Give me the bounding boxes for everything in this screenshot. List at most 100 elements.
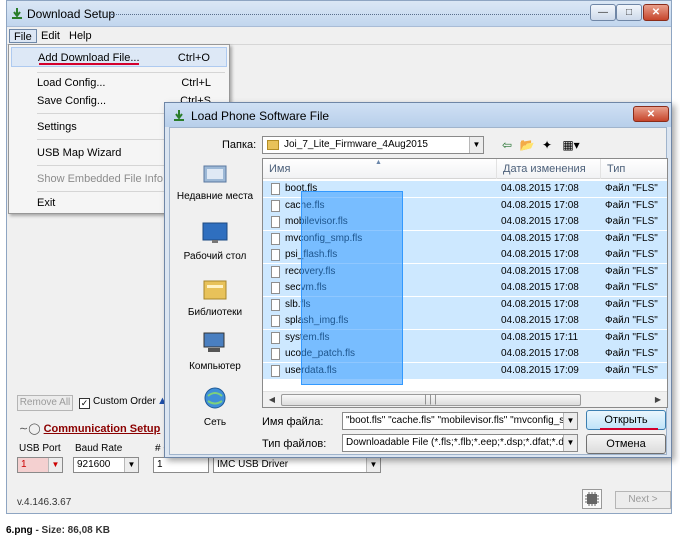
custom-order-label: Custom Order [93, 396, 156, 407]
caption-size: - Size: 86,08 KB [32, 525, 110, 536]
file-type: Файл "FLS" [605, 199, 658, 211]
column-header-type[interactable]: Тип [601, 159, 667, 179]
column-name-label: Имя [269, 163, 291, 175]
menu-item-label: Settings [37, 121, 77, 133]
place-recent[interactable]: Недавние места [174, 160, 256, 218]
next-button[interactable]: Next > [615, 491, 671, 509]
filename-input[interactable]: "boot.fls" "cache.fls" "mobilevisor.fls"… [342, 412, 578, 430]
file-type: Файл "FLS" [605, 183, 658, 194]
cancel-button[interactable]: Отмена [586, 434, 666, 454]
remove-all-button[interactable]: Remove All [17, 395, 73, 411]
scroll-left-icon[interactable]: ◀ [265, 394, 279, 406]
file-date: 04.08.2015 17:08 [501, 348, 579, 359]
dialog-close-button[interactable]: ✕ [633, 106, 669, 122]
caption-filename: 6.png [6, 525, 33, 536]
back-icon[interactable]: ⇦ [498, 136, 516, 154]
place-label: Недавние места [176, 191, 254, 202]
column-header-name[interactable]: Имя ▲ [263, 159, 497, 179]
folder-label: Папка: [222, 139, 257, 151]
menu-file[interactable]: File [9, 29, 37, 43]
file-date: 04.08.2015 17:08 [501, 216, 579, 227]
custom-order-checkbox[interactable]: ✓ Custom Order [79, 395, 156, 411]
communication-setup-heading: ∼◯ Communication Setup [19, 422, 160, 435]
place-libraries[interactable]: Библиотеки [174, 276, 256, 334]
file-icon [271, 298, 280, 311]
image-caption: 6.png - Size: 86,08 KB [6, 525, 110, 536]
driver-value: IMC USB Driver [217, 459, 289, 470]
file-date: 04.08.2015 17:08 [501, 282, 579, 293]
file-icon [271, 216, 280, 228]
comm-icon: ∼◯ [19, 423, 41, 435]
file-icon [271, 364, 280, 377]
file-icon [271, 232, 280, 245]
folder-select[interactable]: Joi_7_Lite_Firmware_4Aug2015 ▼ [262, 136, 484, 154]
libraries-icon [203, 280, 227, 300]
file-icon [271, 249, 280, 261]
menu-bar: File Edit Help [7, 27, 671, 45]
file-icon [271, 348, 280, 360]
file-date: 04.08.2015 17:08 [501, 298, 579, 310]
new-folder-icon[interactable]: ✦ [538, 136, 556, 154]
file-type: Файл "FLS" [605, 315, 658, 326]
file-list[interactable]: Имя ▲ Дата изменения Тип boot.fls 04.08.20… [262, 158, 668, 408]
recent-places-icon [203, 165, 227, 183]
filetype-select[interactable]: Downloadable File (*.fls;*.flb;*.eep;*.d… [342, 434, 578, 452]
menu-edit[interactable]: Edit [37, 29, 64, 43]
version-label: v.4.146.3.67 [17, 497, 72, 508]
folder-icon [267, 140, 279, 150]
file-type: Файл "FLS" [605, 249, 658, 260]
file-date: 04.08.2015 17:08 [501, 315, 579, 326]
file-date: 04.08.2015 17:08 [501, 265, 579, 277]
file-list-panel [11, 215, 171, 393]
dialog-title: Load Phone Software File [191, 109, 330, 123]
horizontal-scrollbar[interactable]: ◀ │││ ▶ [263, 391, 667, 407]
chevron-down-icon: ▼ [48, 458, 62, 472]
chevron-down-icon: ▼ [563, 413, 577, 429]
file-type: Файл "FLS" [605, 232, 658, 244]
file-date: 04.08.2015 17:09 [501, 364, 579, 376]
up-folder-icon[interactable]: 📂 [518, 136, 536, 154]
selection-rectangle [301, 191, 403, 385]
chevron-down-icon: ▼ [124, 458, 138, 472]
minimize-button[interactable]: — [590, 4, 616, 21]
baud-rate-select[interactable]: 921600 ▼ [73, 457, 139, 473]
file-date: 04.08.2015 17:08 [501, 183, 579, 194]
baud-rate-value: 921600 [77, 459, 111, 470]
chevron-down-icon: ▼ [563, 435, 577, 451]
place-label: Рабочий стол [183, 251, 247, 262]
place-label: Сеть [203, 417, 227, 428]
place-network[interactable]: Сеть [174, 386, 256, 444]
menu-item-label: Show Embedded File Info [37, 173, 163, 185]
driver-select[interactable]: IMC USB Driver ▼ [213, 457, 381, 473]
file-icon [271, 265, 280, 278]
menu-item-shortcut: Ctrl+O [177, 52, 210, 64]
file-date: 04.08.2015 17:08 [501, 199, 579, 211]
open-button[interactable]: Открыть [586, 410, 666, 430]
chip-icon[interactable] [582, 489, 602, 509]
place-desktop[interactable]: Рабочий стол [174, 220, 256, 278]
menu-help[interactable]: Help [65, 29, 96, 43]
chevron-down-icon: ▼ [366, 458, 380, 472]
chevron-down-icon: ▼ [469, 137, 483, 153]
app-icon [174, 110, 184, 121]
network-icon [204, 387, 226, 409]
usb-port-value: 1 [21, 459, 27, 470]
menu-item-load-config[interactable]: Load Config... Ctrl+L [11, 73, 227, 93]
menu-item-label: Load Config... [37, 77, 106, 89]
title-dots [111, 14, 591, 15]
red-underline [39, 63, 139, 65]
maximize-button[interactable]: □ [616, 4, 642, 21]
file-date: 04.08.2015 17:08 [501, 232, 579, 244]
scroll-right-icon[interactable]: ▶ [651, 394, 665, 406]
usb-port-label: USB Port [19, 443, 61, 454]
place-computer[interactable]: Компьютер [174, 330, 256, 388]
usb-port-select[interactable]: 1 ▼ [17, 457, 63, 473]
column-header-date[interactable]: Дата изменения [497, 159, 601, 179]
file-icon [271, 282, 280, 294]
desktop-icon [202, 222, 228, 243]
close-button[interactable]: ✕ [643, 4, 669, 21]
filename-label: Имя файла: [262, 416, 324, 428]
view-menu-icon[interactable]: ▦▾ [558, 136, 584, 154]
scroll-thumb[interactable]: │││ [281, 394, 581, 406]
count-input[interactable]: 1 [153, 457, 209, 473]
